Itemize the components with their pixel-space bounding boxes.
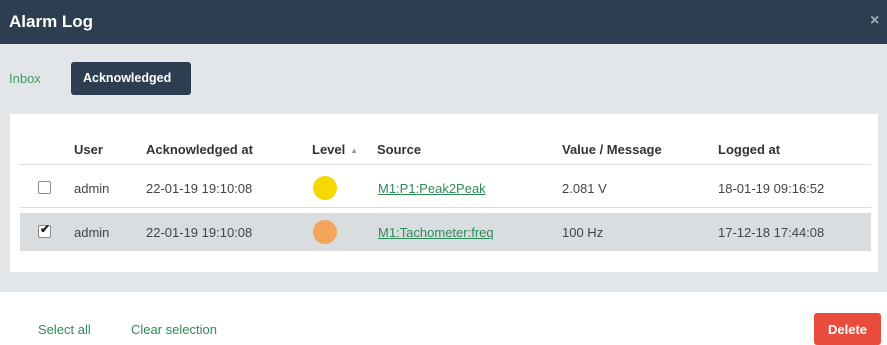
header-divider — [20, 164, 871, 165]
tab-bar: Inbox Acknowledged — [0, 44, 887, 114]
delete-button[interactable]: Delete — [814, 313, 881, 345]
column-header-acknowledged-at[interactable]: Acknowledged at — [146, 142, 253, 157]
row-checkbox[interactable] — [38, 181, 51, 194]
column-header-source[interactable]: Source — [377, 142, 421, 157]
cell-source-link[interactable]: M1:Tachometer:freq — [378, 225, 494, 240]
cell-logged-at: 17-12-18 17:44:08 — [718, 225, 825, 240]
column-header-level[interactable]: Level ▲ — [312, 142, 358, 157]
level-indicator-icon — [313, 220, 337, 244]
dialog-title: Alarm Log — [9, 12, 94, 31]
cell-acknowledged-at: 22-01-19 19:10:08 — [146, 225, 253, 240]
level-indicator-icon — [313, 176, 337, 200]
close-icon[interactable]: × — [870, 13, 879, 29]
column-header-level-label: Level — [312, 142, 346, 157]
clear-selection-link[interactable]: Clear selection — [131, 322, 217, 337]
tab-inbox[interactable]: Inbox — [9, 62, 41, 95]
row-divider — [20, 207, 871, 208]
cell-user: admin — [74, 225, 110, 240]
column-header-logged-at[interactable]: Logged at — [718, 142, 780, 157]
cell-user: admin — [74, 181, 110, 196]
row-checkbox[interactable]: ✔ — [38, 222, 51, 238]
cell-acknowledged-at: 22-01-19 19:10:08 — [146, 181, 253, 196]
cell-value: 2.081 V — [562, 181, 607, 196]
checkmark-icon: ✔ — [40, 222, 51, 236]
tab-acknowledged[interactable]: Acknowledged — [71, 62, 191, 95]
column-header-value-message[interactable]: Value / Message — [562, 142, 662, 157]
table-row[interactable]: ✔ admin 22-01-19 19:10:08 M1:Tachometer:… — [20, 213, 871, 251]
alarm-table: User Acknowledged at Level ▲ Source Value… — [10, 114, 878, 272]
cell-logged-at: 18-01-19 09:16:52 — [718, 181, 825, 196]
table-row[interactable]: admin 22-01-19 19:10:08 M1:P1:Peak2Peak … — [20, 169, 871, 207]
sort-ascending-icon: ▲ — [350, 146, 359, 155]
column-header-user[interactable]: User — [74, 142, 103, 157]
dialog-titlebar: Alarm Log × — [0, 0, 887, 44]
cell-source-link[interactable]: M1:P1:Peak2Peak — [378, 181, 486, 196]
select-all-link[interactable]: Select all — [38, 322, 91, 337]
cell-value: 100 Hz — [562, 225, 604, 240]
